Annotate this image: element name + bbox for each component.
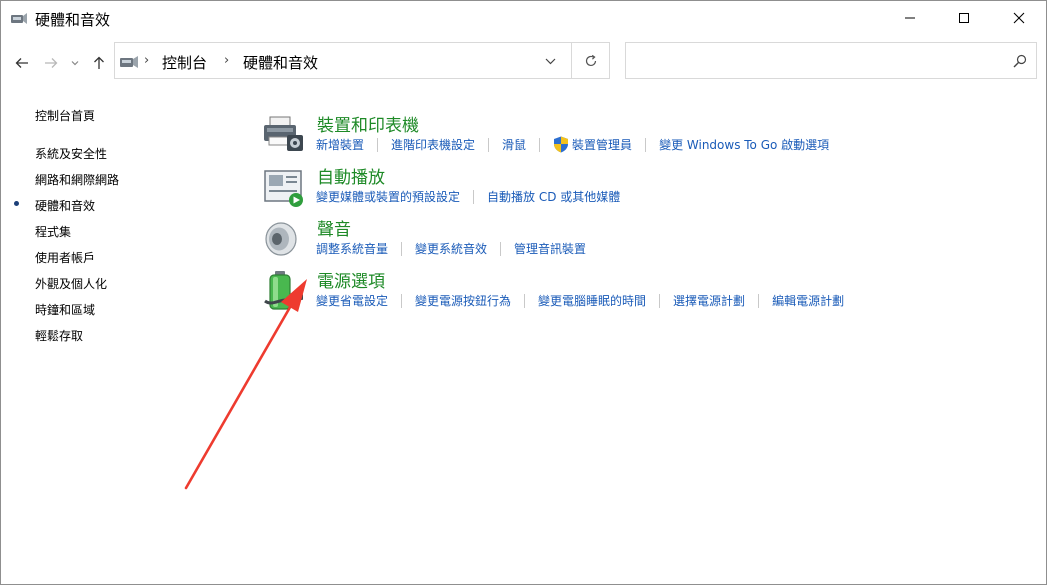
link-separator [758, 293, 760, 308]
category-title-devices-printers[interactable]: 裝置和印表機 [317, 111, 419, 136]
link-advanced-printer-setup[interactable]: 進階印表機設定 [391, 136, 475, 153]
maximize-icon [959, 13, 969, 23]
link-device-manager-group[interactable]: 裝置管理員 [553, 136, 632, 153]
link-device-manager[interactable]: 裝置管理員 [572, 136, 632, 153]
link-separator [659, 293, 661, 308]
link-choose-power-plan[interactable]: 選擇電源計劃 [673, 292, 745, 309]
link-separator [473, 189, 475, 204]
chevron-down-icon [545, 58, 555, 64]
address-bar[interactable]: › 控制台 › 硬體和音效 [114, 42, 610, 79]
sidebar-item-hardware-sound[interactable]: 硬體和音效 [35, 197, 95, 214]
address-dropdown-button[interactable] [539, 52, 561, 70]
category-autoplay: 自動播放 變更媒體或裝置的預設設定 自動播放 CD 或其他媒體 [261, 163, 1041, 213]
minimize-button[interactable] [887, 1, 933, 35]
uac-shield-icon [554, 136, 569, 153]
category-title-power-options[interactable]: 電源選項 [317, 267, 385, 292]
arrow-up-icon [94, 56, 104, 69]
link-separator [488, 137, 490, 152]
sidebar-item-system-security[interactable]: 系統及安全性 [35, 145, 107, 162]
close-icon [1013, 12, 1025, 24]
arrow-right-icon [45, 58, 58, 68]
link-sleep-time[interactable]: 變更電腦睡眠的時間 [538, 292, 646, 309]
breadcrumb-control-panel[interactable]: 控制台 [162, 52, 207, 73]
link-change-media-defaults[interactable]: 變更媒體或裝置的預設設定 [316, 188, 460, 205]
sidebar-item-ease-of-access[interactable]: 輕鬆存取 [35, 327, 83, 344]
forward-button[interactable] [41, 53, 61, 73]
category-links: 變更媒體或裝置的預設設定 自動播放 CD 或其他媒體 [316, 188, 620, 205]
link-separator [524, 293, 526, 308]
category-power-options: 電源選項 變更省電設定 變更電源按鈕行為 變更電腦睡眠的時間 選擇電源計劃 編輯… [261, 267, 1041, 317]
chevron-down-icon [71, 61, 79, 66]
control-panel-window: 硬體和音效 › 控制台 › 硬體和音效 控制台首頁 系統及安全性 網路和網際網路… [0, 0, 1047, 585]
link-separator [500, 241, 502, 256]
link-separator [539, 137, 541, 152]
breadcrumb-separator-icon: › [224, 53, 230, 68]
link-separator [377, 137, 379, 152]
link-power-button-behavior[interactable]: 變更電源按鈕行為 [415, 292, 511, 309]
maximize-button[interactable] [941, 1, 987, 35]
battery-icon [264, 271, 303, 310]
hardware-sound-icon [120, 56, 138, 68]
category-links: 新增裝置 進階印表機設定 滑鼠 裝置管理員 變更 Windows To Go 啟… [316, 136, 829, 153]
sidebar-item-programs[interactable]: 程式集 [35, 223, 71, 240]
link-add-device[interactable]: 新增裝置 [316, 136, 364, 153]
sidebar-item-user-accounts[interactable]: 使用者帳戶 [35, 249, 95, 266]
arrow-left-icon [15, 58, 28, 68]
refresh-icon [585, 54, 597, 66]
title-bar[interactable]: 硬體和音效 [1, 1, 1046, 37]
autoplay-icon [264, 170, 303, 207]
active-item-bullet [14, 201, 19, 206]
link-mouse[interactable]: 滑鼠 [502, 136, 526, 153]
minimize-icon [905, 17, 915, 19]
printer-icon [264, 116, 303, 151]
search-icon [1013, 54, 1027, 68]
link-separator [401, 293, 403, 308]
link-separator [401, 241, 403, 256]
sidebar-item-home[interactable]: 控制台首頁 [35, 107, 95, 124]
category-title-autoplay[interactable]: 自動播放 [317, 163, 385, 188]
sidebar-item-clock-region[interactable]: 時鐘和區域 [35, 301, 95, 318]
refresh-button[interactable] [571, 42, 610, 79]
window-title: 硬體和音效 [35, 11, 111, 29]
search-box[interactable] [625, 42, 1037, 79]
link-separator [645, 137, 647, 152]
back-button[interactable] [12, 53, 32, 73]
link-edit-power-plan[interactable]: 編輯電源計劃 [772, 292, 844, 309]
up-button[interactable] [89, 53, 109, 73]
search-input[interactable] [632, 51, 1002, 71]
link-adjust-volume[interactable]: 調整系統音量 [316, 240, 388, 257]
link-manage-audio-devices[interactable]: 管理音訊裝置 [514, 240, 586, 257]
sidebar-item-appearance[interactable]: 外觀及個人化 [35, 275, 107, 292]
sidebar-item-network[interactable]: 網路和網際網路 [35, 171, 119, 188]
breadcrumb-hardware-sound[interactable]: 硬體和音效 [243, 52, 318, 73]
breadcrumb-separator-icon: › [144, 53, 150, 68]
category-sound: 聲音 調整系統音量 變更系統音效 管理音訊裝置 [261, 215, 1041, 265]
category-links: 調整系統音量 變更系統音效 管理音訊裝置 [316, 240, 586, 257]
link-change-power-saving[interactable]: 變更省電設定 [316, 292, 388, 309]
category-title-sound[interactable]: 聲音 [317, 215, 351, 240]
speaker-icon [265, 222, 297, 256]
category-devices-printers: 裝置和印表機 新增裝置 進階印表機設定 滑鼠 裝置管理員 變更 Windows … [261, 111, 1041, 161]
hardware-sound-icon [11, 13, 27, 24]
recent-locations-button[interactable] [67, 53, 83, 73]
link-change-system-sounds[interactable]: 變更系統音效 [415, 240, 487, 257]
close-button[interactable] [996, 1, 1042, 35]
link-autoplay-cd[interactable]: 自動播放 CD 或其他媒體 [487, 188, 620, 205]
category-links: 變更省電設定 變更電源按鈕行為 變更電腦睡眠的時間 選擇電源計劃 編輯電源計劃 [316, 292, 844, 309]
link-windows-to-go[interactable]: 變更 Windows To Go 啟動選項 [659, 136, 829, 153]
